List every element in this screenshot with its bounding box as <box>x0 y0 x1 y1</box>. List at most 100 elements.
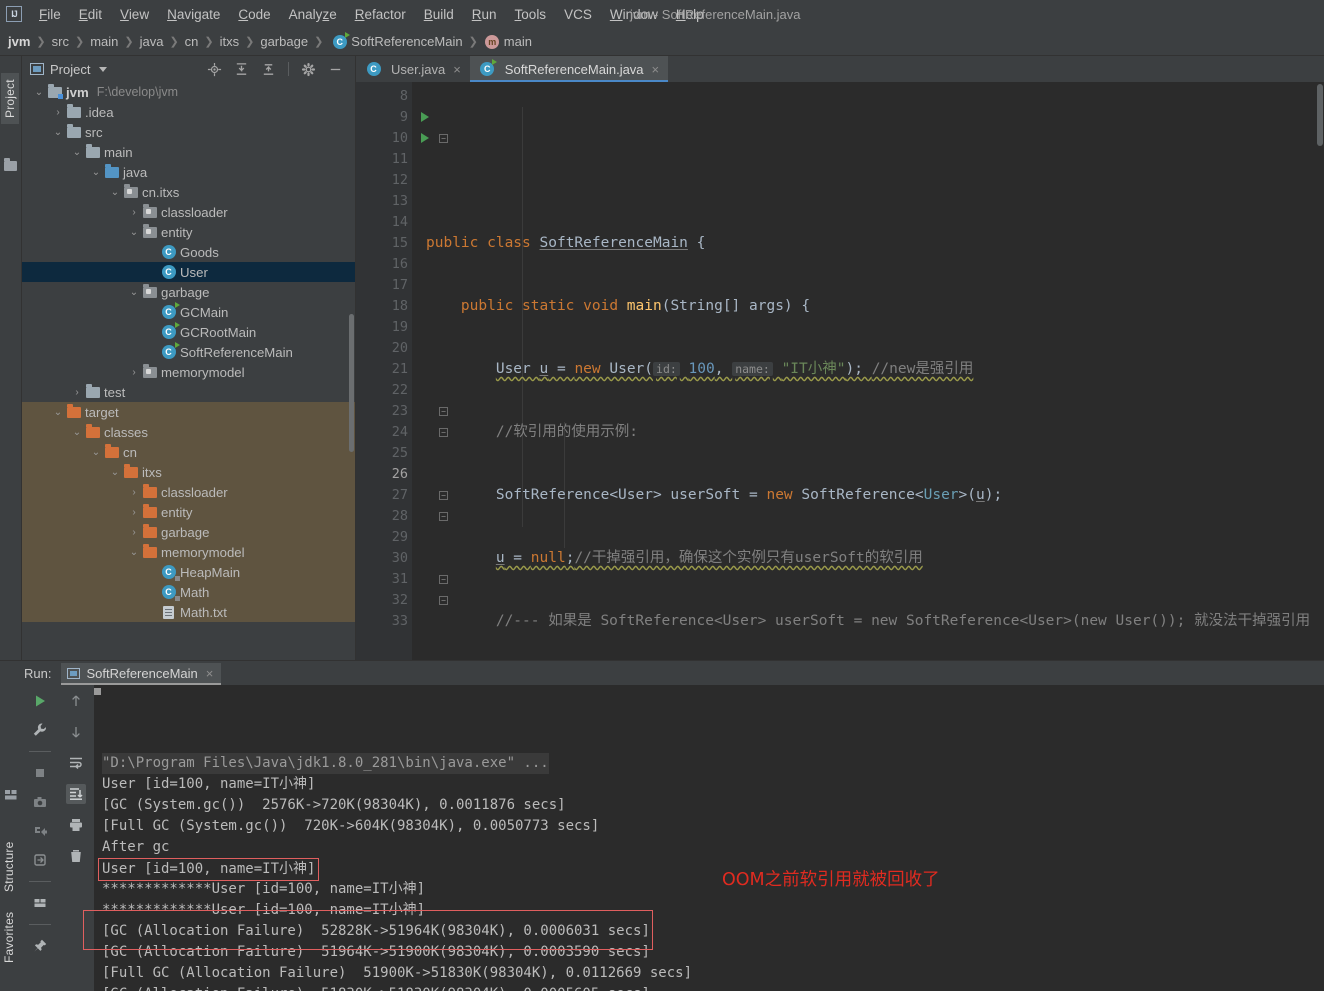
up-arrow-icon[interactable] <box>66 691 86 711</box>
menu-view[interactable]: View <box>111 5 158 24</box>
pin-icon[interactable] <box>30 936 50 956</box>
tab-softreferencemain-java[interactable]: C SoftReferenceMain.java × <box>469 56 669 82</box>
run-icon[interactable] <box>30 691 50 711</box>
tree-item-garbage[interactable]: › garbage <box>22 522 355 542</box>
tree-disclosure-icon[interactable]: ⌄ <box>89 167 103 178</box>
tree-disclosure-icon[interactable]: ⌄ <box>70 427 84 438</box>
tree-disclosure-icon[interactable]: › <box>127 527 141 538</box>
locate-icon[interactable] <box>207 62 222 77</box>
tree-item-math-txt[interactable]: Math.txt <box>22 602 355 622</box>
export-icon[interactable] <box>30 850 50 870</box>
run-configuration-tab[interactable]: SoftReferenceMain × <box>61 662 222 685</box>
tree-disclosure-icon[interactable]: › <box>127 507 141 518</box>
tree-item-goods[interactable]: C Goods <box>22 242 355 262</box>
editor-scrollbar[interactable] <box>1317 84 1323 146</box>
tree-disclosure-icon[interactable]: › <box>127 207 141 218</box>
tree-item-src[interactable]: ⌄ src <box>22 122 355 142</box>
close-icon[interactable]: × <box>453 62 461 77</box>
layout-icon[interactable] <box>30 893 50 913</box>
breadcrumb-item-itxs[interactable]: itxs <box>220 34 240 49</box>
tool-window-project-label[interactable]: Project <box>1 73 19 124</box>
code-content[interactable]: public class SoftReferenceMain { public … <box>412 82 1324 660</box>
breadcrumb-item-class[interactable]: SoftReferenceMain <box>351 34 462 49</box>
tree-item-math[interactable]: C Math <box>22 582 355 602</box>
project-tree-scrollbar[interactable] <box>348 82 355 452</box>
breadcrumb-item-garbage[interactable]: garbage <box>260 34 308 49</box>
tree-disclosure-icon[interactable]: ⌄ <box>127 547 141 558</box>
tree-item-classloader[interactable]: › classloader <box>22 202 355 222</box>
tool-window-structure-label[interactable]: Structure <box>2 842 16 893</box>
tree-item-gcrootmain[interactable]: C GCRootMain <box>22 322 355 342</box>
tree-item-memorymodel[interactable]: › memorymodel <box>22 362 355 382</box>
close-icon[interactable]: × <box>652 62 660 77</box>
tool-window-favorites-label[interactable]: Favorites <box>2 912 16 963</box>
tree-item-gcmain[interactable]: C GCMain <box>22 302 355 322</box>
trash-icon[interactable] <box>66 846 86 866</box>
tree-disclosure-icon[interactable]: › <box>70 387 84 398</box>
tree-item-classes[interactable]: ⌄ classes <box>22 422 355 442</box>
code-editor[interactable]: 8 9 10− 11 12 13 14 15 16 17 18 19 20 21 22 23−24− 25 26 2… <box>356 82 1324 660</box>
gear-icon[interactable] <box>301 62 316 77</box>
tree-disclosure-icon[interactable]: ⌄ <box>127 227 141 238</box>
hide-panel-icon[interactable] <box>328 62 343 77</box>
tree-item-garbage[interactable]: ⌄ garbage <box>22 282 355 302</box>
collapse-all-icon[interactable] <box>261 62 276 77</box>
menu-run[interactable]: Run <box>463 5 506 24</box>
menu-code[interactable]: Code <box>229 5 279 24</box>
project-tree[interactable]: ⌄ jvm F:\develop\jvm › .idea ⌄ src ⌄ main ⌄ java ⌄ c… <box>22 82 355 660</box>
menu-tools[interactable]: Tools <box>506 5 556 24</box>
down-arrow-icon[interactable] <box>66 722 86 742</box>
soft-wrap-icon[interactable] <box>66 753 86 773</box>
breadcrumb-item-src[interactable]: src <box>52 34 69 49</box>
tree-item-entity[interactable]: › entity <box>22 502 355 522</box>
scroll-to-end-icon[interactable] <box>66 784 86 804</box>
tree-item-softreferencemain[interactable]: C SoftReferenceMain <box>22 342 355 362</box>
tree-item-cn[interactable]: ⌄ cn <box>22 442 355 462</box>
tree-item-itxs[interactable]: ⌄ itxs <box>22 462 355 482</box>
tree-item-java[interactable]: ⌄ java <box>22 162 355 182</box>
stop-icon[interactable] <box>30 763 50 783</box>
tree-item-main[interactable]: ⌄ main <box>22 142 355 162</box>
tree-disclosure-icon[interactable]: › <box>127 367 141 378</box>
breadcrumb-item-java[interactable]: java <box>140 34 164 49</box>
tree-item--idea[interactable]: › .idea <box>22 102 355 122</box>
editor-gutter[interactable]: 8 9 10− 11 12 13 14 15 16 17 18 19 20 21 22 23−24− 25 26 2… <box>356 82 448 660</box>
tree-item-entity[interactable]: ⌄ entity <box>22 222 355 242</box>
expand-all-icon[interactable] <box>234 62 249 77</box>
tab-user-java[interactable]: C User.java × <box>356 56 470 82</box>
menu-analyze[interactable]: Analyze <box>280 5 346 24</box>
close-icon[interactable]: × <box>206 666 214 681</box>
menu-vcs[interactable]: VCS <box>555 5 601 24</box>
camera-icon[interactable] <box>30 792 50 812</box>
tree-item-test[interactable]: › test <box>22 382 355 402</box>
tree-disclosure-icon[interactable]: ⌄ <box>51 407 65 418</box>
menu-navigate[interactable]: Navigate <box>158 5 229 24</box>
thread-dump-icon[interactable] <box>30 821 50 841</box>
tree-disclosure-icon[interactable]: ⌄ <box>89 447 103 458</box>
tree-disclosure-icon[interactable]: ⌄ <box>108 467 122 478</box>
menu-file[interactable]: File <box>30 5 70 24</box>
tree-disclosure-icon[interactable]: › <box>51 107 65 118</box>
menu-build[interactable]: Build <box>415 5 463 24</box>
tree-disclosure-icon[interactable]: ⌄ <box>32 87 46 98</box>
tree-item-jvm[interactable]: ⌄ jvm F:\develop\jvm <box>22 82 355 102</box>
tree-disclosure-icon[interactable]: ⌄ <box>108 187 122 198</box>
tree-disclosure-icon[interactable]: › <box>127 487 141 498</box>
breadcrumb-item-cn[interactable]: cn <box>185 34 199 49</box>
tree-item-cn-itxs[interactable]: ⌄ cn.itxs <box>22 182 355 202</box>
tree-disclosure-icon[interactable]: ⌄ <box>127 287 141 298</box>
print-icon[interactable] <box>66 815 86 835</box>
tree-disclosure-icon[interactable]: ⌄ <box>51 127 65 138</box>
breadcrumb-item-main[interactable]: main <box>90 34 118 49</box>
project-panel-title-group[interactable]: Project <box>30 62 108 77</box>
wrench-icon[interactable] <box>30 720 50 740</box>
tree-item-heapmain[interactable]: C HeapMain <box>22 562 355 582</box>
tree-item-target[interactable]: ⌄ target <box>22 402 355 422</box>
tree-item-memorymodel[interactable]: ⌄ memorymodel <box>22 542 355 562</box>
menu-edit[interactable]: Edit <box>70 5 111 24</box>
tree-item-user[interactable]: C User <box>22 262 355 282</box>
chevron-down-icon[interactable] <box>99 66 108 72</box>
menu-refactor[interactable]: Refactor <box>346 5 415 24</box>
tree-disclosure-icon[interactable]: ⌄ <box>70 147 84 158</box>
tree-item-classloader[interactable]: › classloader <box>22 482 355 502</box>
